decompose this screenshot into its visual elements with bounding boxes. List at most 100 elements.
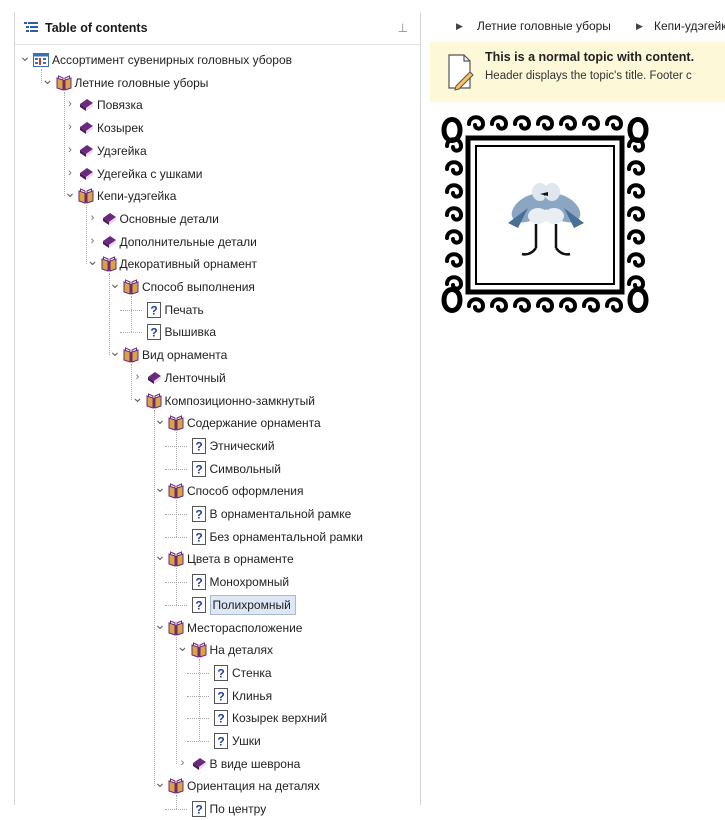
toc-item[interactable]: ? Козырек верхний — [15, 707, 415, 729]
open-book-icon — [123, 279, 139, 295]
toc-item[interactable]: ? Ушки — [15, 730, 415, 752]
tree-guide-line — [153, 409, 155, 787]
toc-item-label: Без орнаментальной рамки — [209, 529, 364, 544]
chevron-down-icon[interactable]: ⌄ — [154, 480, 166, 494]
chevron-down-icon[interactable]: ⌄ — [42, 72, 54, 86]
chevron-down-icon[interactable]: ⌄ — [154, 775, 166, 789]
toc-item[interactable]: › Основные детали — [15, 208, 415, 230]
chevron-down-icon[interactable]: ⌄ — [177, 639, 189, 653]
toc-item[interactable]: ? Этнический — [15, 435, 415, 457]
topic-icon: ? — [191, 574, 207, 591]
topic-icon: ? — [191, 528, 207, 545]
tree-guide-line — [176, 500, 177, 537]
toc-item[interactable]: › Удегейка с ушками — [15, 163, 415, 185]
toc-item[interactable]: ⌄ Ассортимент сувенирных головных уборов — [15, 49, 415, 71]
toc-item[interactable]: ? Символьный — [15, 458, 415, 480]
toc-item[interactable]: ⌄ Способ выполнения — [15, 276, 415, 298]
toc-item[interactable]: ? Без орнаментальной рамки — [15, 526, 415, 548]
chevron-right-icon[interactable]: › — [132, 370, 144, 384]
toc-list-icon — [24, 21, 38, 38]
toc-item[interactable]: ? По центру — [15, 798, 415, 820]
chevron-down-icon[interactable]: ⌄ — [154, 548, 166, 562]
toc-item[interactable]: ⌄ Цвета в орнаменте — [15, 548, 415, 570]
toc-item-label: Козырек — [97, 121, 144, 136]
toc-item-label: Ассортимент сувенирных головных уборов — [52, 53, 293, 67]
chevron-down-icon[interactable]: ⌄ — [19, 49, 31, 63]
toc-root-icon — [33, 52, 49, 68]
tree-guide-line — [86, 205, 87, 265]
toc-item[interactable]: ⌄ Содержание орнамента — [15, 412, 415, 434]
chevron-right-icon[interactable]: › — [64, 97, 76, 111]
toc-item-label: Монохромный — [209, 575, 290, 590]
toc-item[interactable]: ⌄ Способ оформления — [15, 480, 415, 502]
chevron-right-icon[interactable]: › — [177, 756, 189, 770]
chevron-down-icon[interactable]: ⌄ — [64, 185, 76, 199]
open-book-icon — [168, 619, 184, 636]
toc-item[interactable]: ? Полихромный — [15, 594, 415, 616]
toc-item[interactable]: ⌄ Ориентация на деталях — [15, 775, 415, 797]
toc-item[interactable]: ? Вышивка — [15, 321, 415, 343]
closed-book-icon — [146, 370, 162, 386]
toc-item-label: В орнаментальной рамке — [209, 507, 352, 521]
toc-item[interactable]: ⌄ Вид орнамента — [15, 344, 415, 366]
tree-guide-line — [164, 536, 187, 538]
topic-icon: ? — [191, 506, 207, 522]
pin-icon[interactable]: ⊥ — [398, 21, 408, 35]
toc-item-label: Композиционно-замкнутый — [164, 393, 315, 408]
toc-item-label: На деталях — [209, 643, 274, 658]
toc-item[interactable]: › В виде шеврона — [15, 753, 415, 775]
toc-item[interactable]: ? Печать — [15, 299, 415, 321]
toc-item[interactable]: ? Клинья — [15, 685, 415, 707]
toc-item-label: Ленточный — [164, 370, 226, 385]
toc-item[interactable]: ⌄ Месторасположение — [15, 617, 415, 639]
breadcrumb-item[interactable]: Кепи-удэгейка — [654, 19, 725, 33]
toc-item[interactable]: ⌄ Композиционно-замкнутый — [15, 390, 415, 412]
svg-text:?: ? — [195, 576, 202, 590]
toc-item[interactable]: ⌄ На деталях — [15, 639, 415, 661]
svg-text:?: ? — [150, 326, 157, 340]
toc-item-label: Печать — [164, 302, 204, 317]
tree-guide-line — [164, 604, 187, 606]
toc-item[interactable]: › Удэгейка — [15, 140, 415, 162]
chevron-right-icon[interactable]: › — [87, 234, 99, 248]
toc-item[interactable]: ⌄ Летние головные уборы — [15, 72, 415, 94]
toc-item-label: Ориентация на деталях — [187, 779, 320, 794]
chevron-down-icon[interactable]: ⌄ — [87, 253, 99, 267]
chevron-right-icon[interactable]: › — [64, 120, 76, 134]
topic-icon: ? — [191, 596, 207, 613]
toc-item-label: По центру — [209, 802, 267, 817]
chevron-down-icon[interactable]: ⌄ — [154, 412, 166, 426]
breadcrumb-item[interactable]: Летние головные уборы — [477, 19, 611, 33]
toc-item-label: Полихромный — [209, 594, 296, 615]
chevron-down-icon[interactable]: ⌄ — [154, 617, 166, 631]
toc-title: Table of contents — [45, 21, 148, 35]
toc-item[interactable]: ⌄ Декоративный орнамент — [15, 253, 415, 275]
toc-item[interactable]: ? В орнаментальной рамке — [15, 503, 415, 525]
toc-item[interactable]: ? Стенка — [15, 662, 415, 684]
closed-book-icon — [101, 211, 117, 227]
closed-book-icon — [101, 234, 117, 250]
toc-item[interactable]: › Ленточный — [15, 367, 415, 389]
toc-item[interactable]: ⌄ Кепи-удэгейка — [15, 185, 415, 207]
toc-item-label: Способ оформления — [187, 484, 304, 499]
tree-guide-line — [41, 69, 42, 83]
tree-guide-line — [176, 432, 177, 469]
toc-item-label: Декоративный орнамент — [119, 257, 258, 272]
chevron-right-icon[interactable]: › — [64, 166, 76, 180]
toc-item-label: Козырек верхний — [232, 711, 328, 726]
chevron-down-icon[interactable]: ⌄ — [109, 344, 121, 358]
svg-text:?: ? — [150, 303, 157, 317]
tree-guide-line — [187, 741, 209, 742]
chevron-down-icon[interactable]: ⌄ — [109, 276, 121, 290]
toc-item-label: В виде шеврона — [209, 756, 301, 771]
tree-guide-line — [108, 273, 110, 356]
svg-text:?: ? — [217, 689, 224, 703]
toc-item[interactable]: › Дополнительные детали — [15, 231, 415, 253]
chevron-down-icon[interactable]: ⌄ — [132, 390, 144, 404]
chevron-right-icon[interactable]: › — [87, 211, 99, 225]
topic-icon: ? — [191, 460, 207, 477]
toc-item[interactable]: ? Монохромный — [15, 571, 415, 593]
toc-item[interactable]: › Повязка — [15, 94, 415, 116]
toc-item[interactable]: › Козырек — [15, 117, 415, 139]
chevron-right-icon[interactable]: › — [64, 143, 76, 157]
